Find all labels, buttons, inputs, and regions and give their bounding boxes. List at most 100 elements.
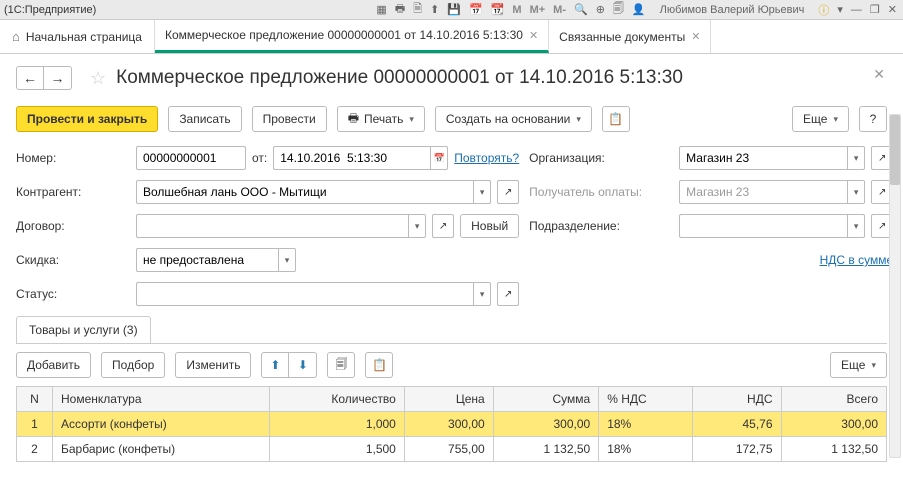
date-input-group: 📅 bbox=[273, 146, 448, 170]
home-tab[interactable]: ⌂ Начальная страница bbox=[0, 20, 155, 53]
date-input[interactable] bbox=[273, 146, 430, 170]
status-input[interactable] bbox=[136, 282, 473, 306]
create-based-label: Создать на основании bbox=[446, 112, 571, 126]
paste-button[interactable]: 📋 bbox=[365, 352, 393, 378]
m-minus-button[interactable]: M- bbox=[551, 4, 568, 16]
table-cell[interactable]: Ассорти (конфеты) bbox=[53, 412, 270, 437]
org-input[interactable] bbox=[679, 146, 847, 170]
col-qty[interactable]: Количество bbox=[270, 387, 405, 412]
table-more-button[interactable]: Еще ▾ bbox=[830, 352, 887, 378]
print-button[interactable]: 🖶 Печать ▾ bbox=[337, 106, 425, 132]
calendar-icon[interactable]: 📆 bbox=[489, 3, 507, 16]
col-n[interactable]: N bbox=[17, 387, 53, 412]
table-cell[interactable]: 18% bbox=[599, 437, 692, 462]
report-button[interactable]: 📋 bbox=[602, 106, 630, 132]
table-cell[interactable]: 45,76 bbox=[692, 412, 781, 437]
forward-button[interactable]: → bbox=[44, 66, 72, 90]
post-button[interactable]: Провести bbox=[252, 106, 327, 132]
counterparty-input[interactable] bbox=[136, 180, 473, 204]
chevron-down-icon[interactable]: ▾ bbox=[278, 248, 296, 272]
table-cell[interactable]: 1 132,50 bbox=[781, 437, 886, 462]
more-button[interactable]: Еще ▾ bbox=[792, 106, 849, 132]
info-icon[interactable]: ⓘ bbox=[816, 2, 831, 18]
payee-input[interactable] bbox=[679, 180, 847, 204]
new-button[interactable]: Новый bbox=[460, 214, 519, 238]
tab-goods[interactable]: Товары и услуги (3) bbox=[16, 316, 151, 343]
save-icon[interactable]: 💾 bbox=[445, 3, 463, 16]
table-cell[interactable]: 2 bbox=[17, 437, 53, 462]
table-row[interactable]: 1Ассорти (конфеты)1,000300,00300,0018%45… bbox=[17, 412, 887, 437]
close-icon[interactable]: ✕ bbox=[529, 29, 538, 42]
m-button[interactable]: M bbox=[510, 4, 523, 16]
create-based-button[interactable]: Создать на основании ▾ bbox=[435, 106, 592, 132]
chevron-down-icon[interactable]: ▾ bbox=[847, 214, 865, 238]
status-group: ▾ ↗ bbox=[136, 282, 519, 306]
add-button[interactable]: Добавить bbox=[16, 352, 91, 378]
table-cell[interactable]: 172,75 bbox=[692, 437, 781, 462]
minimize-button[interactable]: — bbox=[849, 4, 864, 16]
table-cell[interactable]: 300,00 bbox=[493, 412, 598, 437]
scrollbar-thumb[interactable] bbox=[890, 115, 900, 185]
table-row[interactable]: 2Барбарис (конфеты)1,500755,001 132,5018… bbox=[17, 437, 887, 462]
division-label: Подразделение: bbox=[529, 219, 669, 233]
post-close-button[interactable]: Провести и закрыть bbox=[16, 106, 158, 132]
col-sum[interactable]: Сумма bbox=[493, 387, 598, 412]
table-cell[interactable]: 300,00 bbox=[781, 412, 886, 437]
copy-button[interactable]: 🗐 bbox=[327, 352, 355, 378]
table-cell[interactable]: 755,00 bbox=[404, 437, 493, 462]
table-cell[interactable]: 1 bbox=[17, 412, 53, 437]
close-icon[interactable]: ✕ bbox=[691, 30, 700, 43]
table-cell[interactable]: 1,000 bbox=[270, 412, 405, 437]
repeat-link[interactable]: Повторять? bbox=[454, 151, 519, 165]
m-plus-button[interactable]: M+ bbox=[528, 4, 548, 16]
close-button[interactable]: ✕ bbox=[886, 3, 899, 16]
up-icon[interactable]: ⬆ bbox=[428, 3, 441, 16]
dropdown-icon[interactable]: ▾ bbox=[835, 3, 845, 16]
tab-related[interactable]: Связанные документы ✕ bbox=[549, 20, 711, 53]
chevron-down-icon[interactable]: ▾ bbox=[408, 214, 426, 238]
copy-icon[interactable]: 🗐 bbox=[611, 0, 626, 19]
chevron-down-icon[interactable]: ▾ bbox=[847, 180, 865, 204]
calc-icon[interactable]: 📅 bbox=[467, 3, 485, 16]
toolbar-icon[interactable]: ▦ bbox=[374, 3, 388, 16]
save-button[interactable]: Записать bbox=[168, 106, 241, 132]
table-cell[interactable]: 18% bbox=[599, 412, 692, 437]
chevron-down-icon[interactable]: ▾ bbox=[847, 146, 865, 170]
move-down-button[interactable]: ⬇ bbox=[289, 352, 317, 378]
open-icon[interactable]: ↗ bbox=[497, 180, 519, 204]
pick-button[interactable]: Подбор bbox=[101, 352, 165, 378]
page-close-icon[interactable]: ✕ bbox=[873, 66, 885, 83]
doc-icon[interactable]: 🗎 bbox=[411, 0, 424, 19]
table-cell[interactable]: 1 132,50 bbox=[493, 437, 598, 462]
col-vat[interactable]: НДС bbox=[692, 387, 781, 412]
restore-button[interactable]: ❐ bbox=[868, 3, 882, 16]
vat-link[interactable]: НДС в сумме bbox=[820, 253, 894, 267]
table-cell[interactable]: 1,500 bbox=[270, 437, 405, 462]
zoom-in-icon[interactable]: 🔍 bbox=[572, 3, 590, 16]
edit-button[interactable]: Изменить bbox=[175, 352, 251, 378]
table-cell[interactable]: Барбарис (конфеты) bbox=[53, 437, 270, 462]
col-nomenclature[interactable]: Номенклатура bbox=[53, 387, 270, 412]
back-button[interactable]: ← bbox=[16, 66, 44, 90]
open-icon[interactable]: ↗ bbox=[497, 282, 519, 306]
number-input[interactable] bbox=[136, 146, 246, 170]
chevron-down-icon[interactable]: ▾ bbox=[473, 180, 491, 204]
open-icon[interactable]: ↗ bbox=[432, 214, 454, 238]
form-grid: Номер: от: 📅 Повторять? Организация: ▾ ↗… bbox=[16, 146, 887, 306]
division-input[interactable] bbox=[679, 214, 847, 238]
scrollbar[interactable] bbox=[889, 114, 901, 458]
zoom-icon[interactable]: ⊕ bbox=[594, 3, 607, 16]
col-total[interactable]: Всего bbox=[781, 387, 886, 412]
contract-input[interactable] bbox=[136, 214, 408, 238]
print-icon[interactable]: 🖶 bbox=[393, 0, 407, 19]
tab-document[interactable]: Коммерческое предложение 00000000001 от … bbox=[155, 20, 549, 53]
table-cell[interactable]: 300,00 bbox=[404, 412, 493, 437]
calendar-icon[interactable]: 📅 bbox=[430, 146, 448, 170]
move-up-button[interactable]: ⬆ bbox=[261, 352, 289, 378]
col-price[interactable]: Цена bbox=[404, 387, 493, 412]
discount-input[interactable] bbox=[136, 248, 278, 272]
help-button[interactable]: ? bbox=[859, 106, 887, 132]
chevron-down-icon[interactable]: ▾ bbox=[473, 282, 491, 306]
star-icon[interactable]: ☆ bbox=[90, 68, 106, 89]
col-vat-pct[interactable]: % НДС bbox=[599, 387, 692, 412]
